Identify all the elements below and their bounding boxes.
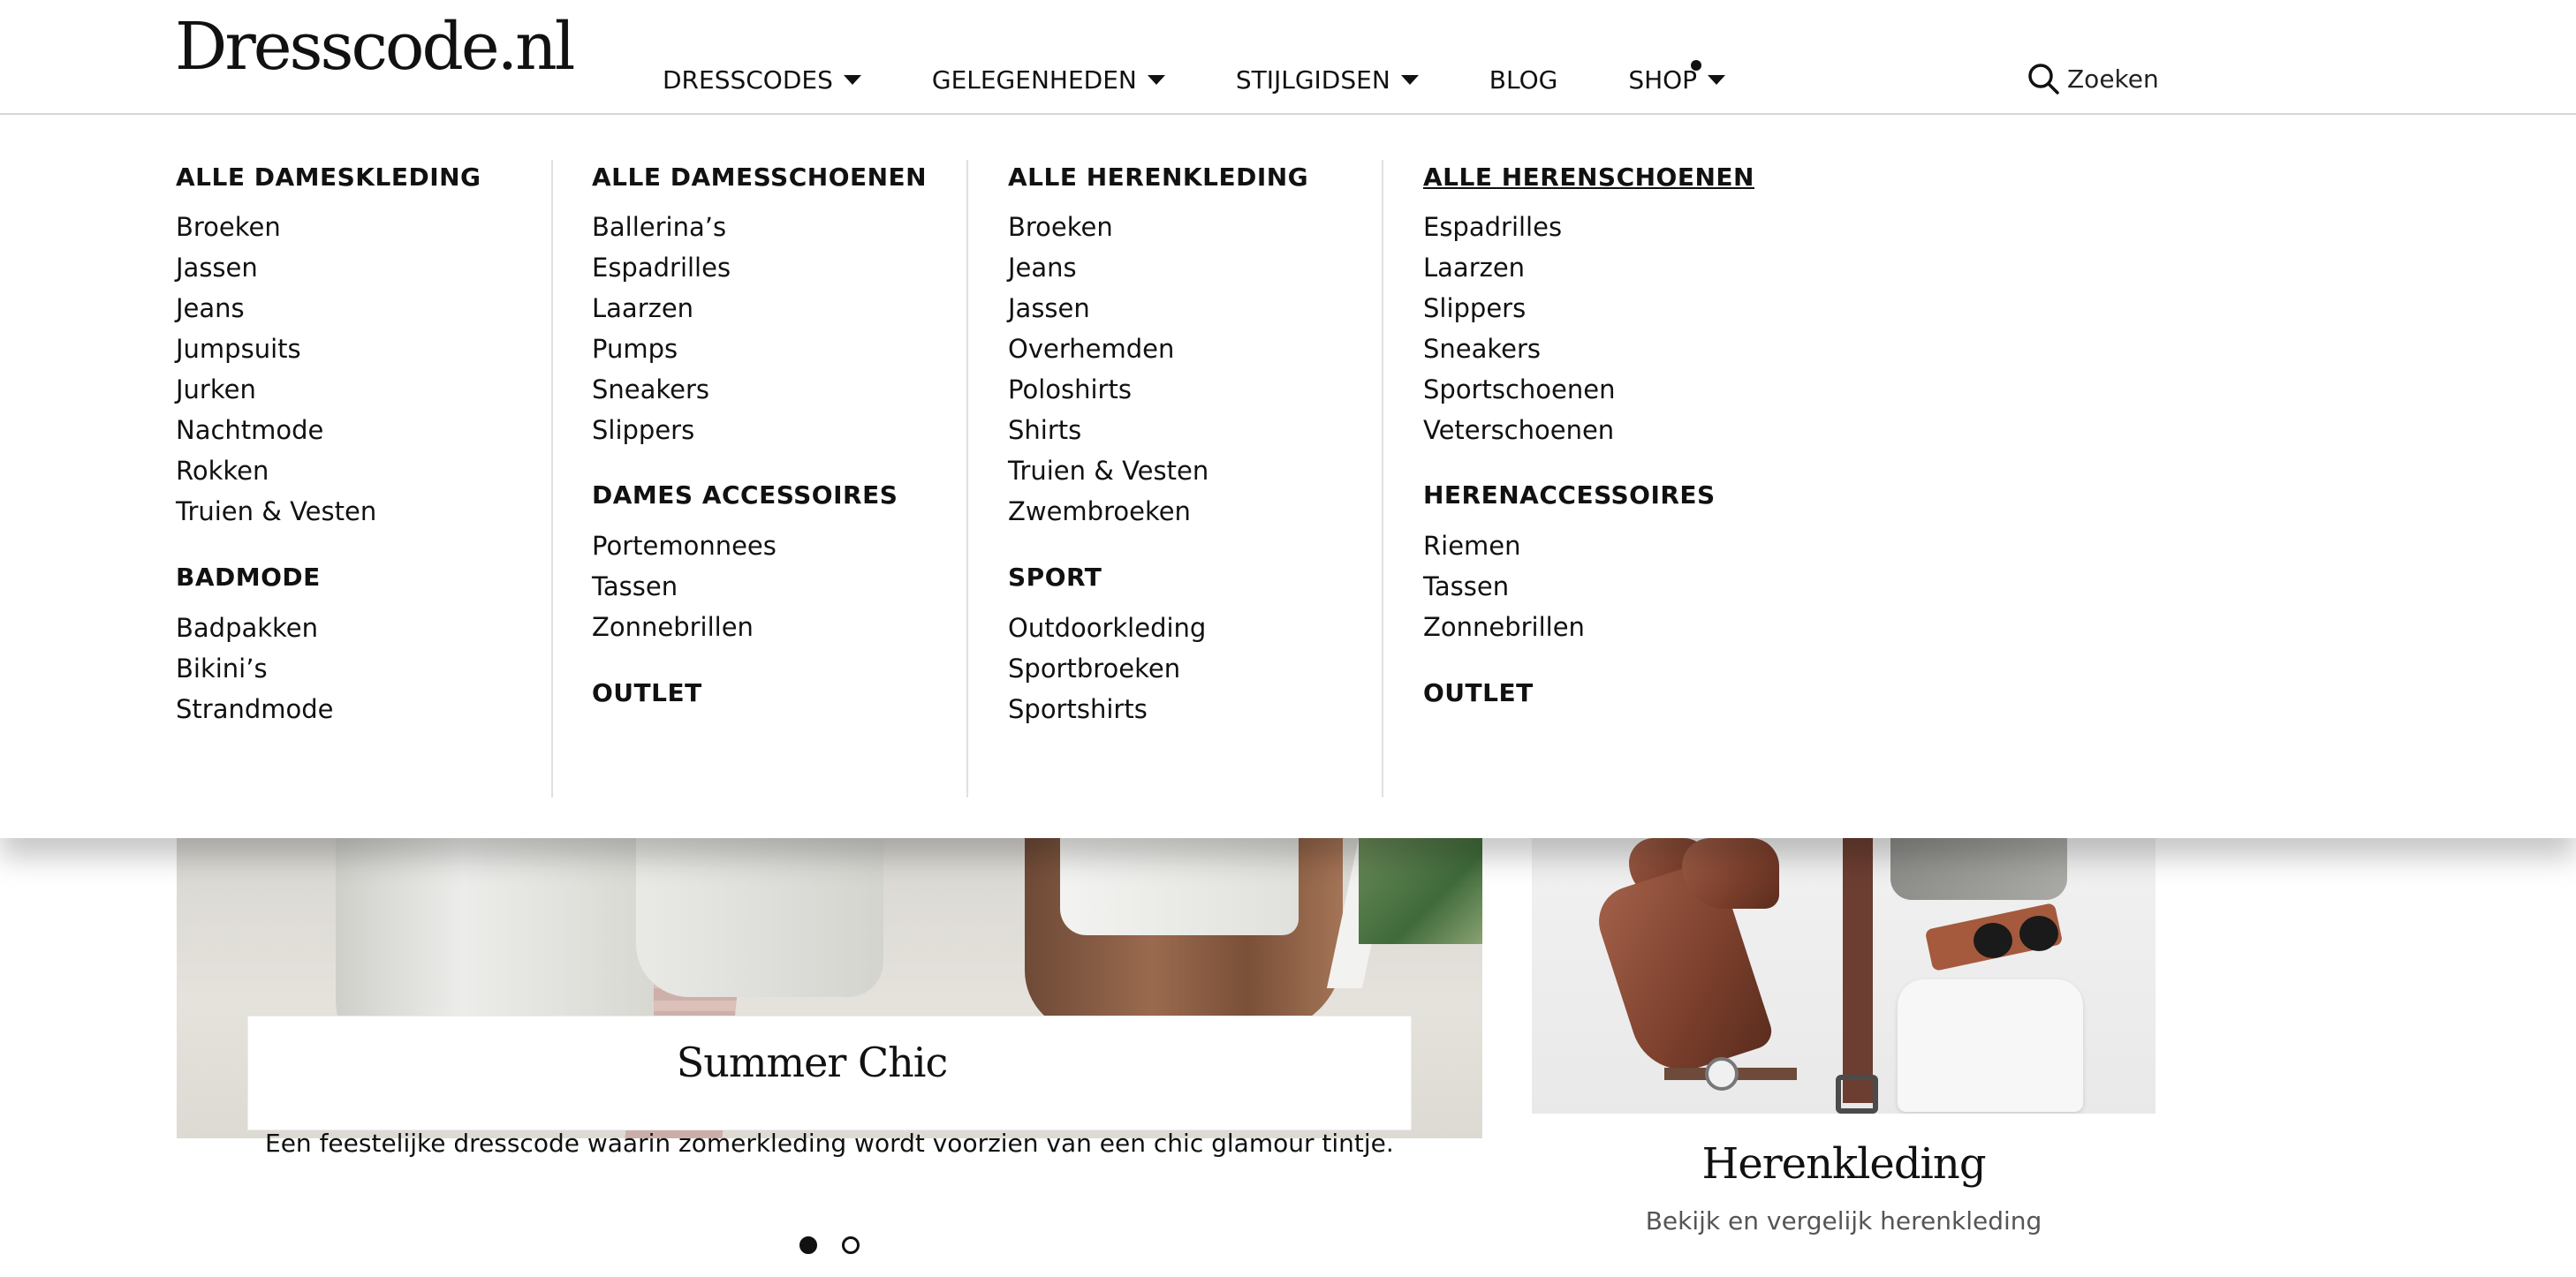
nav-shop[interactable]: SHOP — [1628, 59, 1726, 94]
chevron-down-icon — [843, 74, 861, 85]
menu-link[interactable]: Ballerina’s — [592, 209, 726, 245]
promo-title[interactable]: Herenkleding — [1532, 1139, 2156, 1189]
menu-divider — [966, 160, 968, 797]
menu-heading-alle-herenkleding[interactable]: ALLE HERENKLEDING — [1008, 160, 1308, 195]
menu-heading-sport[interactable]: SPORT — [1008, 560, 1102, 595]
herenkleding-image[interactable] — [1532, 838, 2156, 1114]
search-label: Zoeken — [2067, 64, 2159, 94]
shop-mega-menu: ALLE DAMESKLEDING Broeken Jassen Jeans J… — [0, 116, 2576, 838]
menu-link[interactable]: Tassen — [1423, 569, 1509, 604]
menu-link[interactable]: Jassen — [176, 250, 258, 285]
menu-link[interactable]: Nachtmode — [176, 412, 323, 448]
menu-link[interactable]: Jurken — [176, 372, 256, 407]
menu-link[interactable]: Rokken — [176, 453, 269, 488]
menu-divider — [551, 160, 553, 797]
carousel-dot-2[interactable] — [842, 1236, 860, 1254]
menu-link[interactable]: Strandmode — [176, 691, 334, 727]
menu-link[interactable]: Broeken — [176, 209, 281, 245]
menu-link[interactable]: Jeans — [1008, 250, 1077, 285]
menu-heading-dames-accessoires[interactable]: DAMES ACCESSOIRES — [592, 478, 898, 513]
menu-link[interactable]: Veterschoenen — [1423, 412, 1614, 448]
menu-link[interactable]: Riemen — [1423, 528, 1521, 563]
site-logo[interactable]: Dresscode.nl — [175, 7, 575, 87]
belt-buckle — [1836, 1075, 1878, 1114]
menu-link[interactable]: Sportbroeken — [1008, 651, 1180, 686]
menu-link[interactable]: Espadrilles — [592, 250, 731, 285]
menu-link[interactable]: Sneakers — [592, 372, 709, 407]
menu-link[interactable]: Zonnebrillen — [1423, 609, 1585, 645]
menu-link[interactable]: Espadrilles — [1423, 209, 1562, 245]
menu-link[interactable]: Slippers — [1423, 291, 1526, 326]
hero-title[interactable]: Summer Chic — [0, 1039, 1624, 1086]
menu-divider — [1382, 160, 1383, 797]
nav-gelegenheden-label: GELEGENHEDEN — [931, 64, 1137, 94]
menu-link[interactable]: Zwembroeken — [1008, 494, 1191, 529]
menu-link[interactable]: Overhemden — [1008, 331, 1174, 366]
menu-link[interactable]: Tassen — [592, 569, 678, 604]
menu-heading-outlet-dames[interactable]: OUTLET — [592, 676, 702, 711]
menu-link[interactable]: Sportshirts — [1008, 691, 1148, 727]
menu-link[interactable]: Jassen — [1008, 291, 1090, 326]
menu-heading-alle-damesschoenen[interactable]: ALLE DAMESSCHOENEN — [592, 160, 927, 195]
menu-heading-alle-herenschoenen[interactable]: ALLE HERENSCHOENEN — [1423, 160, 1754, 195]
menu-heading-outlet-heren[interactable]: OUTLET — [1423, 676, 1534, 711]
menu-heading-herenaccessoires[interactable]: HERENACCESSOIRES — [1423, 478, 1716, 513]
white-shorts — [1060, 838, 1299, 935]
menu-link[interactable]: Slippers — [592, 412, 694, 448]
person-legs-mid — [636, 838, 883, 997]
main-nav: DRESSCODES GELEGENHEDEN STIJLGIDSEN BLOG… — [663, 58, 1796, 101]
boot-right — [1682, 838, 1779, 909]
menu-heading-badmode[interactable]: BADMODE — [176, 560, 321, 595]
carousel-dot-1[interactable] — [799, 1236, 817, 1254]
menu-link[interactable]: Shirts — [1008, 412, 1081, 448]
menu-link[interactable]: Broeken — [1008, 209, 1113, 245]
menu-link[interactable]: Zonnebrillen — [592, 609, 754, 645]
search-icon — [2028, 64, 2059, 94]
nav-blog-label: BLOG — [1489, 64, 1558, 94]
nav-dresscodes[interactable]: DRESSCODES — [663, 65, 861, 94]
watch-face — [1705, 1057, 1739, 1091]
hero-description: Een feestelijke dresscode waarin zomerkl… — [265, 1129, 1394, 1158]
chevron-down-icon — [1400, 74, 1419, 85]
menu-link[interactable]: Laarzen — [592, 291, 693, 326]
search-button[interactable]: Zoeken — [2027, 62, 2159, 95]
menu-link[interactable]: Bikini’s — [176, 651, 268, 686]
nav-stijlgidsen[interactable]: STIJLGIDSEN — [1236, 65, 1419, 94]
nav-gelegenheden[interactable]: GELEGENHEDEN — [932, 65, 1165, 94]
menu-link[interactable]: Outdoorkleding — [1008, 610, 1206, 646]
menu-link[interactable]: Sportschoenen — [1423, 372, 1615, 407]
menu-link[interactable]: Badpakken — [176, 610, 318, 646]
site-header: Dresscode.nl DRESSCODES GELEGENHEDEN STI… — [0, 0, 2576, 115]
promo-subtitle[interactable]: Bekijk en vergelijk herenkleding — [1532, 1206, 2156, 1235]
grass-background — [1359, 838, 1482, 944]
menu-link[interactable]: Truien & Vesten — [176, 494, 376, 529]
nav-blog[interactable]: BLOG — [1489, 65, 1558, 94]
menu-link[interactable]: Poloshirts — [1008, 372, 1132, 407]
menu-link[interactable]: Laarzen — [1423, 250, 1525, 285]
sunglasses-lens — [2019, 916, 2058, 951]
sunglasses-lens — [1974, 923, 2012, 958]
chevron-down-icon — [1708, 74, 1726, 85]
nav-stijlgidsen-label: STIJLGIDSEN — [1235, 64, 1390, 94]
active-indicator-dot — [1691, 59, 1702, 71]
menu-link[interactable]: Jeans — [176, 291, 245, 326]
belt — [1843, 838, 1873, 1103]
folded-trousers — [1890, 838, 2067, 900]
nav-dresscodes-label: DRESSCODES — [663, 64, 833, 94]
menu-link[interactable]: Sneakers — [1423, 331, 1541, 366]
menu-link[interactable]: Jumpsuits — [176, 331, 301, 366]
menu-link[interactable]: Pumps — [592, 331, 678, 366]
white-tshirt — [1898, 979, 2083, 1112]
menu-heading-alle-dameskleding[interactable]: ALLE DAMESKLEDING — [176, 160, 481, 195]
nav-shop-label: SHOP — [1628, 64, 1698, 94]
menu-link[interactable]: Portemonnees — [592, 528, 777, 563]
menu-link[interactable]: Truien & Vesten — [1008, 453, 1208, 488]
chevron-down-icon — [1147, 74, 1165, 85]
